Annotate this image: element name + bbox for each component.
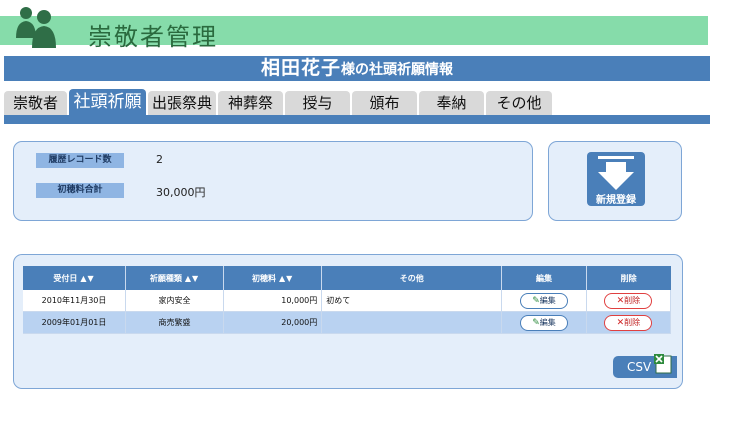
delete-label: 削除 <box>624 295 641 305</box>
cell-type: 家内安全 <box>125 290 225 312</box>
edit-label: 編集 <box>539 317 556 327</box>
tab-funeral[interactable]: 神葬祭 <box>218 91 283 115</box>
pencil-icon: ✎ <box>532 295 540 306</box>
tab-worshipper[interactable]: 崇敬者 <box>4 91 67 115</box>
sort-type-icon[interactable]: ▲▼ <box>185 274 199 283</box>
delete-label: 削除 <box>624 317 641 327</box>
pencil-icon: ✎ <box>532 317 540 328</box>
col-fee-label: 初穂料 <box>251 273 276 283</box>
table-row[interactable]: 2009年01月01日 商売繁盛 20,000円 ✎編集 ✕削除 <box>23 311 672 334</box>
cell-date: 2009年01月01日 <box>23 311 127 334</box>
table-row[interactable]: 2010年11月30日 家内安全 10,000円 初めて ✎編集 ✕削除 <box>23 290 672 312</box>
person-name: 相田花子 <box>260 57 341 79</box>
col-delete-header: 削除 <box>586 266 671 290</box>
csv-label: CSV <box>627 360 652 374</box>
edit-button[interactable]: ✎編集 <box>519 314 568 331</box>
delete-button[interactable]: ✕削除 <box>604 314 653 331</box>
register-panel: 新規登録 <box>548 141 682 221</box>
record-count-value: 2 <box>156 153 163 166</box>
tab-other[interactable]: その他 <box>486 91 552 115</box>
total-fee-value: 30,000円 <box>156 186 206 199</box>
delete-button[interactable]: ✕削除 <box>604 292 653 309</box>
col-type-header: 祈願種類 ▲▼ <box>125 266 225 290</box>
col-type-label: 祈願種類 <box>149 273 182 283</box>
col-edit-header: 編集 <box>501 266 587 290</box>
cell-other: 初めて <box>321 290 503 312</box>
cell-delete: ✕削除 <box>586 311 672 334</box>
new-register-button[interactable]: 新規登録 <box>587 152 645 206</box>
tab-outside-ceremony[interactable]: 出張祭典 <box>148 91 216 115</box>
tab-grant[interactable]: 授与 <box>285 91 350 115</box>
cell-edit: ✎編集 <box>501 290 587 312</box>
banner-suffix: 様の社頭祈願情報 <box>341 62 453 78</box>
cell-fee: 10,000円 <box>223 290 323 312</box>
cell-fee: 20,000円 <box>223 311 323 334</box>
edit-button[interactable]: ✎編集 <box>519 292 568 309</box>
sort-fee-icon[interactable]: ▲▼ <box>279 274 293 283</box>
new-register-label: 新規登録 <box>596 195 636 206</box>
people-logo-icon <box>16 7 56 48</box>
tab-underline <box>4 115 710 124</box>
history-table: 受付日 ▲▼ 祈願種類 ▲▼ 初穂料 ▲▼ その他 編集 削除 2010年11月30日… <box>23 266 672 334</box>
tab-offering[interactable]: 奉納 <box>419 91 484 115</box>
col-fee-header: 初穂料 ▲▼ <box>223 266 323 290</box>
cell-edit: ✎編集 <box>501 311 587 334</box>
history-panel: 受付日 ▲▼ 祈願種類 ▲▼ 初穂料 ▲▼ その他 編集 削除 2010年11月30日… <box>13 254 683 389</box>
cell-delete: ✕削除 <box>586 290 672 312</box>
col-other-header: その他 <box>321 266 503 290</box>
excel-icon <box>654 354 672 374</box>
tab-distribution[interactable]: 頒布 <box>352 91 417 115</box>
total-fee-label: 初穂料合計 <box>36 183 124 198</box>
edit-label: 編集 <box>539 295 556 305</box>
col-date-label: 受付日 <box>53 273 78 283</box>
cell-type: 商売繁盛 <box>125 311 225 334</box>
summary-panel: 履歴レコード数 2 初穂料合計 30,000円 <box>13 141 533 221</box>
csv-export-button[interactable]: CSV <box>613 354 677 378</box>
cell-date: 2010年11月30日 <box>23 290 127 312</box>
table-header-row: 受付日 ▲▼ 祈願種類 ▲▼ 初穂料 ▲▼ その他 編集 削除 <box>23 266 671 290</box>
col-date-header: 受付日 ▲▼ <box>23 266 127 290</box>
person-banner: 相田花子様の社頭祈願情報 <box>4 56 710 81</box>
record-count-label: 履歴レコード数 <box>36 153 124 168</box>
tab-shrine-prayer[interactable]: 社頭祈願 <box>69 89 146 115</box>
cell-other <box>321 311 503 334</box>
down-arrow-icon <box>598 156 634 190</box>
sort-date-icon[interactable]: ▲▼ <box>80 274 94 283</box>
app-title: 崇敬者管理 <box>88 23 218 51</box>
